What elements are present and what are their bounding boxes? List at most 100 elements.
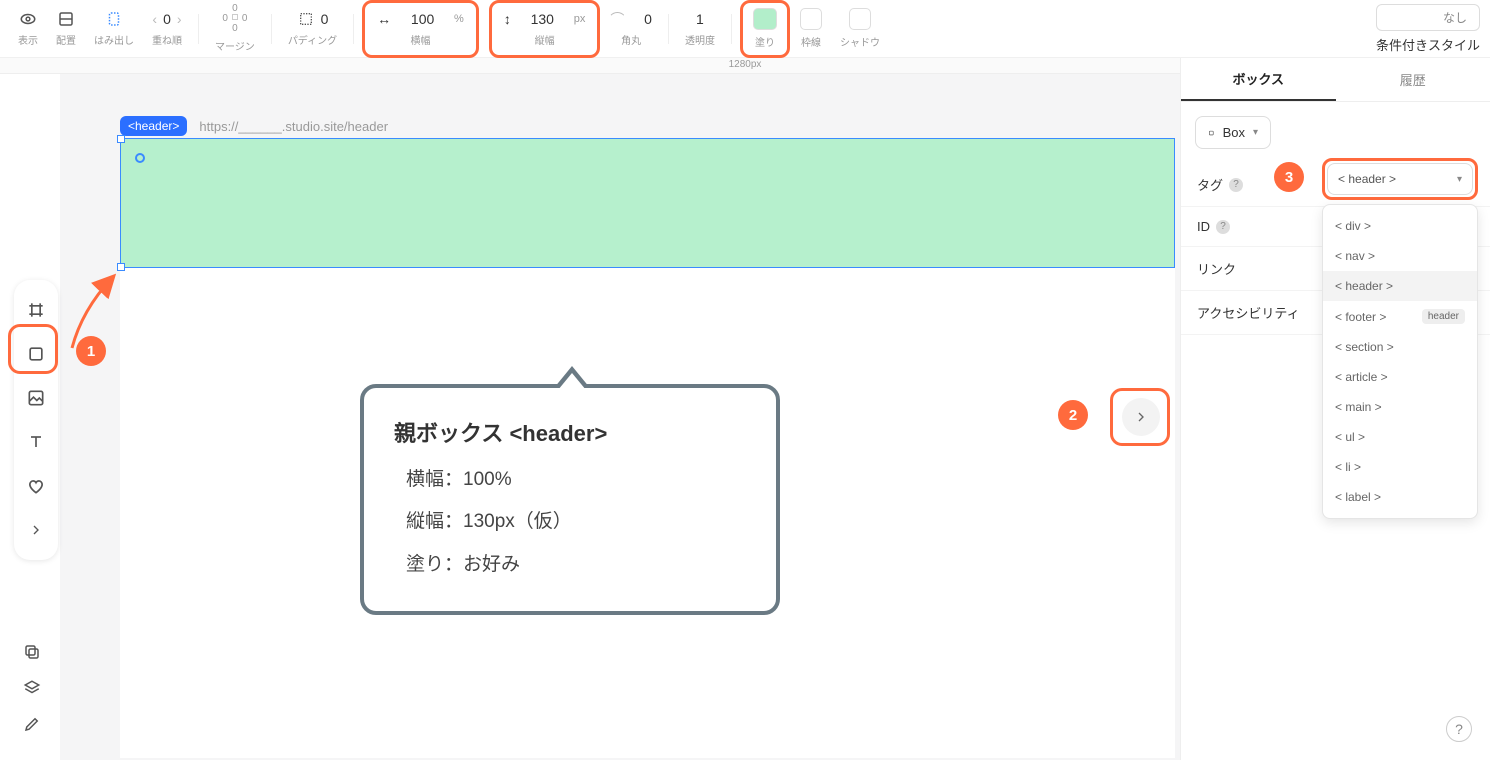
tag-select[interactable]: < header > ▾ xyxy=(1327,163,1473,195)
tag-option-footer[interactable]: < footer >header xyxy=(1323,301,1477,332)
opacity-label: 透明度 xyxy=(685,32,715,47)
height-highlight: ↕ 130 px 縦幅 xyxy=(489,0,601,58)
copy-icon[interactable] xyxy=(14,634,50,670)
width-control[interactable]: ↔ 100 % 横幅 xyxy=(371,5,470,53)
radius-control[interactable]: ⌒ 0 角丸 xyxy=(602,5,660,53)
tag-select-wrap: < header > ▾ < div > < nav > < header > … xyxy=(1322,158,1478,519)
resize-handle[interactable] xyxy=(117,135,125,143)
tag-option-nav[interactable]: < nav > xyxy=(1323,241,1477,271)
tag-option-div[interactable]: < div > xyxy=(1323,211,1477,241)
height-label: 縦幅 xyxy=(535,32,555,47)
height-icon: ↕ xyxy=(504,10,511,28)
border-swatch[interactable] xyxy=(800,8,822,30)
shadow-label: シャドウ xyxy=(840,34,880,49)
panel-tabs: ボックス 履歴 xyxy=(1181,58,1490,102)
tag-option-article[interactable]: < article > xyxy=(1323,362,1477,392)
eye-icon xyxy=(19,10,37,28)
shadow-swatch[interactable] xyxy=(849,8,871,30)
expand-button-highlight xyxy=(1110,388,1170,446)
height-control[interactable]: ↕ 130 px 縦幅 xyxy=(498,5,592,53)
shadow-control[interactable]: シャドウ xyxy=(832,5,888,53)
margin-label: マージン xyxy=(215,38,255,53)
zindex-value: 0 xyxy=(163,10,171,28)
separator xyxy=(353,14,354,44)
opacity-control[interactable]: 1 透明度 xyxy=(677,5,723,53)
overflow-toggle[interactable]: はみ出し xyxy=(86,5,142,53)
prop-a11y-label: アクセシビリティ xyxy=(1197,303,1300,322)
chevron-right-icon[interactable]: › xyxy=(177,10,182,28)
header-element[interactable] xyxy=(120,138,1175,268)
prop-id-label: ID xyxy=(1197,219,1210,234)
padding-value: 0 xyxy=(321,10,329,28)
padding-icon xyxy=(297,10,315,28)
bubble-line: 横幅：100% xyxy=(406,464,746,496)
bubble-title: 親ボックス <header> xyxy=(394,416,746,448)
chevron-left-icon[interactable]: ‹ xyxy=(152,10,157,28)
width-highlight: ↔ 100 % 横幅 xyxy=(362,0,479,58)
box-type-chip[interactable]: Box ▾ xyxy=(1195,116,1271,149)
chevron-down-icon: ▾ xyxy=(1457,174,1462,185)
chevron-down-icon: ▾ xyxy=(1253,127,1258,138)
prop-link-label: リンク xyxy=(1197,259,1236,278)
display-toggle[interactable]: 表示 xyxy=(10,5,46,53)
icon-tool[interactable] xyxy=(14,464,58,508)
tag-option-li[interactable]: < li > xyxy=(1323,452,1477,482)
tag-option-header[interactable]: < header > xyxy=(1323,271,1477,301)
fill-control[interactable]: 塗り xyxy=(749,5,781,53)
tag-option-ul[interactable]: < ul > xyxy=(1323,422,1477,452)
height-unit: px xyxy=(574,10,586,28)
tag-dropdown[interactable]: < div > < nav > < header > < footer >hea… xyxy=(1322,204,1478,519)
page-url: https://______.studio.site/header xyxy=(199,119,388,134)
overflow-icon xyxy=(105,10,123,28)
separator xyxy=(271,14,272,44)
info-bubble: 親ボックス <header> 横幅：100% 縦幅：130px（仮） 塗り：お好… xyxy=(360,384,780,615)
layout-label: 配置 xyxy=(56,32,76,47)
tag-pill[interactable]: <header> xyxy=(120,116,187,136)
help-icon[interactable]: ? xyxy=(1229,178,1243,192)
margin-control[interactable]: 0 00 0 マージン xyxy=(207,5,263,53)
top-toolbar: 表示 配置 はみ出し ‹0› 重ね順 0 00 0 マージン 0 パディング ↔… xyxy=(0,0,1490,58)
footer-hint: header xyxy=(1422,309,1465,324)
layers-icon[interactable] xyxy=(14,670,50,706)
left-toolbar xyxy=(14,280,58,560)
box-icon xyxy=(1208,126,1215,140)
separator xyxy=(198,14,199,44)
ruler-width: 1280px xyxy=(729,59,762,70)
width-icon: ↔ xyxy=(377,10,391,28)
tag-option-main[interactable]: < main > xyxy=(1323,392,1477,422)
tag-option-section[interactable]: < section > xyxy=(1323,332,1477,362)
radius-icon: ⌒ xyxy=(610,10,624,28)
toolbar-right: なし 条件付きスタイル xyxy=(1376,4,1480,54)
margin-values: 0 00 0 xyxy=(222,4,247,34)
help-icon[interactable]: ? xyxy=(1216,220,1230,234)
opacity-value: 1 xyxy=(696,10,704,28)
fill-label: 塗り xyxy=(755,34,775,49)
width-label: 横幅 xyxy=(410,32,430,47)
display-label: 表示 xyxy=(18,32,38,47)
bubble-line: 塗り：お好み xyxy=(406,549,746,581)
step-badge-2: 2 xyxy=(1058,400,1088,430)
zindex-control[interactable]: ‹0› 重ね順 xyxy=(144,5,190,53)
tab-box[interactable]: ボックス xyxy=(1181,58,1336,101)
layout-toggle[interactable]: 配置 xyxy=(48,5,84,53)
none-button[interactable]: なし xyxy=(1376,4,1480,31)
width-value: 100 xyxy=(411,10,434,28)
padding-control[interactable]: 0 パディング xyxy=(280,5,345,53)
fill-swatch[interactable] xyxy=(753,8,777,30)
image-tool[interactable] xyxy=(14,376,58,420)
tab-history[interactable]: 履歴 xyxy=(1336,58,1490,101)
text-tool[interactable] xyxy=(14,420,58,464)
pen-icon[interactable] xyxy=(14,706,50,742)
border-control[interactable]: 枠線 xyxy=(792,5,830,53)
padding-label: パディング xyxy=(288,32,337,47)
more-tools[interactable] xyxy=(14,508,58,552)
border-label: 枠線 xyxy=(801,34,821,49)
bubble-line: 縦幅：130px（仮） xyxy=(406,506,746,538)
help-label: ? xyxy=(1455,721,1463,737)
origin-dot-icon xyxy=(135,153,145,163)
conditional-style-label: 条件付きスタイル xyxy=(1376,35,1480,54)
prop-tag-label: タグ xyxy=(1197,175,1223,194)
help-button[interactable]: ? xyxy=(1446,716,1472,742)
tag-option-label[interactable]: < label > xyxy=(1323,482,1477,512)
separator xyxy=(731,14,732,44)
